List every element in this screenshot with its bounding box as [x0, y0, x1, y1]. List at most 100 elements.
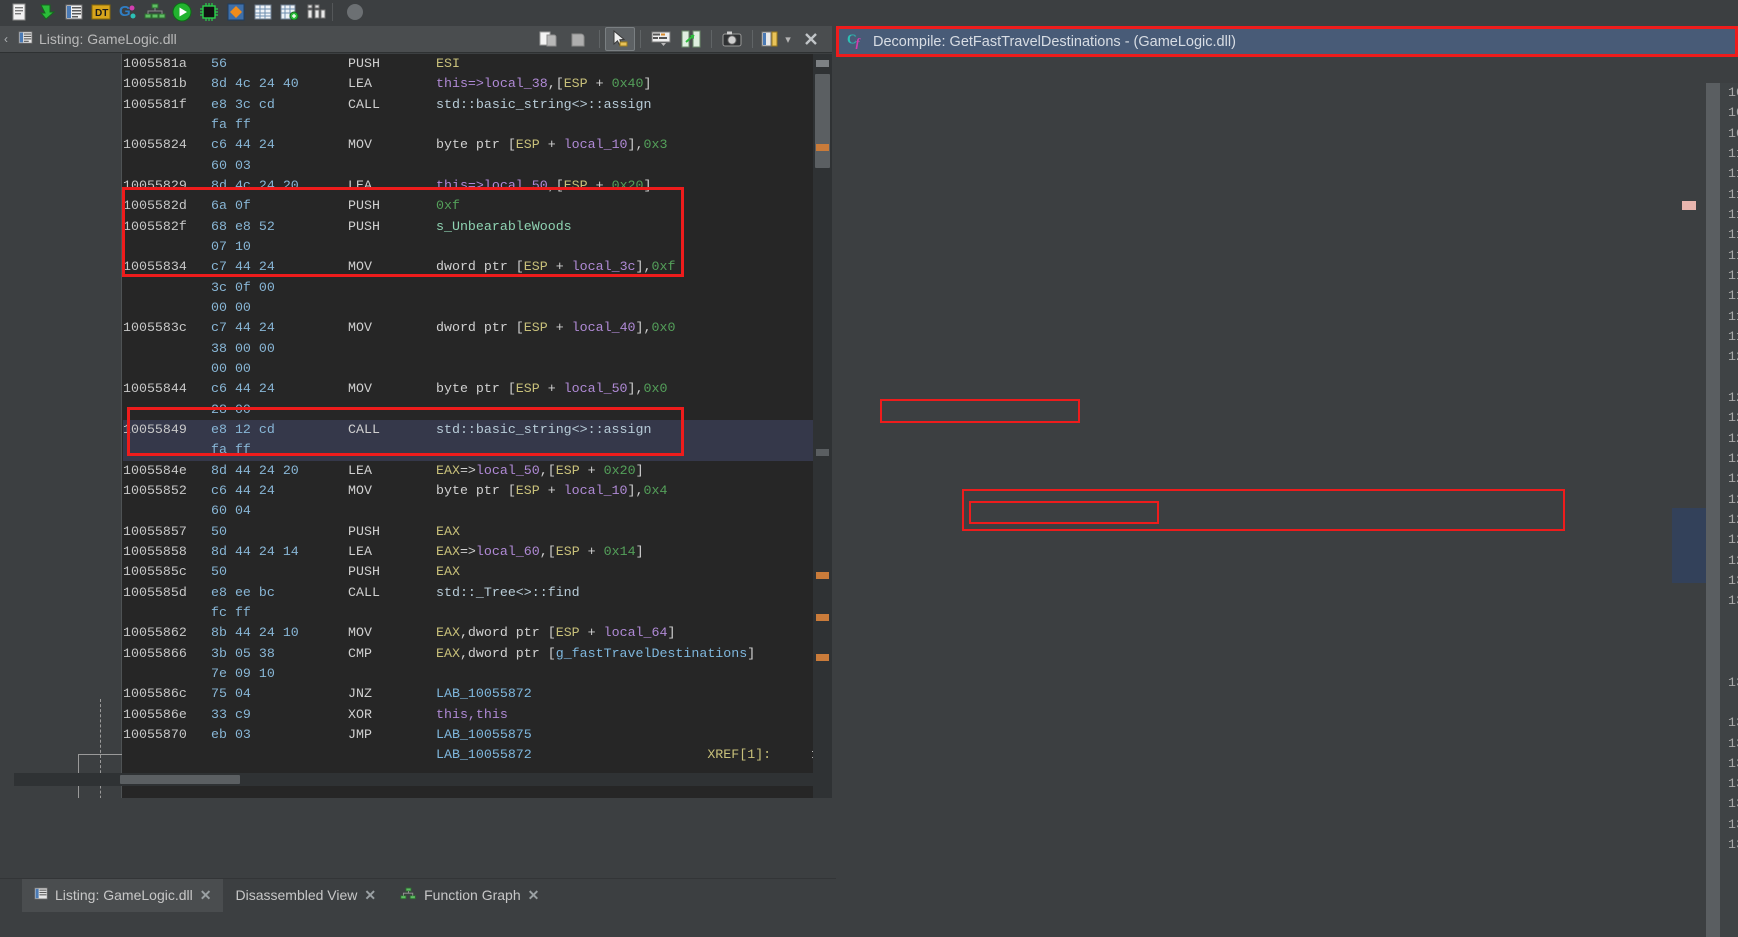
listing-row[interactable]: 3c 0f 00: [123, 278, 813, 298]
toolbar-separator: [332, 3, 339, 21]
tab-close-icon[interactable]: ✕: [200, 887, 212, 904]
tab-function-graph[interactable]: Function Graph ✕: [388, 879, 551, 912]
decompile-line-number: 113: [1728, 206, 1738, 222]
listing-row[interactable]: 7e 09 10: [123, 664, 813, 684]
instruction-mnemonic: CALL: [348, 421, 380, 437]
listing-row[interactable]: 07 10: [123, 237, 813, 257]
tab-close-icon[interactable]: ✕: [364, 887, 376, 904]
listing-horizontal-scrollbar[interactable]: [14, 773, 832, 786]
processor-icon[interactable]: [195, 1, 222, 23]
function-call-tree-icon[interactable]: [141, 1, 168, 23]
program-icon[interactable]: [6, 1, 33, 23]
listing-row[interactable]: 10055849 e8 12 cd CALL std::basic_string<>:…: [123, 419, 813, 441]
decompile-line-number: 138: [1728, 816, 1738, 832]
instruction-operands: this,this: [436, 706, 508, 722]
listing-row[interactable]: 10055852 c6 44 24 MOV byte ptr [ESP + local…: [123, 481, 813, 501]
listing-row[interactable]: fa ff: [123, 440, 813, 461]
listing-row[interactable]: 60 04: [123, 501, 813, 521]
paste-button[interactable]: [564, 27, 594, 51]
listing-row[interactable]: 10055857 50 PUSH EAX: [123, 522, 813, 542]
listing-row[interactable]: fa ff: [123, 115, 813, 135]
svg-text:f: f: [856, 36, 862, 49]
listing-row[interactable]: 10055858 8d 44 24 14 LEA EAX=>local_60,[ESP…: [123, 542, 813, 562]
run-icon[interactable]: [168, 1, 195, 23]
decompile-window-header[interactable]: Cf Decompile: GetFastTravelDestinations …: [836, 26, 1738, 57]
listing-row[interactable]: 1005586c 75 04 JNZ LAB_10055872: [123, 684, 813, 704]
listing-row[interactable]: 1005585c 50 PUSH EAX: [123, 562, 813, 582]
listing-row[interactable]: 1005585d e8 ee bc CALL std::_Tree<>::find: [123, 583, 813, 603]
listing-panel: ‹ Listing: GameLogic.dll ▾ 1005581a 56 P…: [0, 26, 832, 798]
listing-body[interactable]: ⋮ ▼ 1005581a 56 PUSH ESI 1005581b 8d 4c 24 40…: [14, 54, 832, 798]
listing-scrollbar[interactable]: [813, 54, 832, 798]
listing-row[interactable]: 10055829 8d 4c 24 20 LEA this=>local 50,[ES…: [123, 176, 813, 196]
decompile-line-number: 128: [1728, 532, 1738, 548]
tab-label: Listing: GameLogic.dll: [55, 887, 193, 903]
listing-row[interactable]: 1005581a 56 PUSH ESI: [123, 54, 813, 74]
tab-listing[interactable]: Listing: GameLogic.dll ✕: [22, 878, 224, 912]
listing-row[interactable]: 00 00: [123, 298, 813, 318]
listing-row[interactable]: 10055870 eb 03 JMP LAB_10055875: [123, 725, 813, 745]
listing-row[interactable]: LAB_10055872 XREF[1]: 100: [123, 745, 832, 765]
listing-row[interactable]: 00 00: [123, 359, 813, 379]
instruction-bytes: 8b 44 24 10: [211, 625, 299, 641]
listing-icon: [34, 887, 48, 903]
listing-row[interactable]: 1005581b 8d 4c 24 40 LEA this=>local_38,[ES…: [123, 74, 813, 94]
listing-row[interactable]: 1005582f 68 e8 52 PUSH s_UnbearableWoods: [123, 217, 813, 237]
decompile-line-number: 129: [1728, 552, 1738, 568]
hscrollbar-thumb[interactable]: [120, 775, 240, 784]
memory-map-icon[interactable]: [303, 1, 330, 23]
instruction-operands: this=>local 50,[ESP + 0x20]: [436, 177, 652, 193]
instruction-bytes: c7 44 24: [211, 259, 275, 275]
bottom-tab-bar: Listing: GameLogic.dll ✕ Disassembled Vi…: [0, 878, 836, 912]
tab-close-icon[interactable]: ✕: [528, 887, 540, 904]
instruction-bytes: e8 3c cd: [211, 96, 275, 112]
drag-dots-icon[interactable]: ⋮: [14, 437, 18, 451]
circle-icon[interactable]: [341, 1, 368, 23]
listing-row[interactable]: 10055844 c6 44 24 MOV byte ptr [ESP + local…: [123, 379, 813, 399]
table-icon[interactable]: [249, 1, 276, 23]
scroll-marker: [816, 449, 829, 456]
snapshot-button[interactable]: [717, 27, 747, 51]
copy-button[interactable]: [534, 27, 564, 51]
listing-row[interactable]: 1005586e 33 c9 XOR this,this: [123, 705, 813, 725]
listing-row[interactable]: 28 00: [123, 400, 813, 420]
instruction-address: 10055862: [123, 625, 187, 641]
instruction-operands: LAB_10055872: [436, 686, 532, 702]
listing-row[interactable]: 10055862 8b 44 24 10 MOV EAX,dword ptr [ESP…: [123, 623, 813, 643]
instruction-bytes: 60 04: [211, 503, 251, 519]
listing-row[interactable]: 38 00 00: [123, 339, 813, 359]
instruction-mnemonic: MOV: [348, 482, 372, 498]
bookmark-icon[interactable]: [222, 1, 249, 23]
ghidra-graph-icon[interactable]: G: [114, 1, 141, 23]
new-table-icon[interactable]: [276, 1, 303, 23]
listing-row[interactable]: fc ff: [123, 603, 813, 623]
listing-code[interactable]: 1005581a 56 PUSH ESI 1005581b 8d 4c 24 40 LEA t…: [123, 54, 832, 798]
select-cursor-button[interactable]: [605, 27, 635, 51]
listing-row[interactable]: 1005583c c7 44 24 MOV dword ptr [ESP + loca…: [123, 318, 813, 338]
diff-view-button[interactable]: [676, 27, 706, 51]
chevron-down-icon[interactable]: ▾: [780, 33, 796, 46]
decompile-body[interactable]: 107 108 109 110 111 112 113 114 115 116 117 118 119 1…: [1672, 83, 1738, 937]
decompile-scrollbar[interactable]: [1706, 83, 1720, 937]
instruction-operands: EAX,dword ptr [ESP + local_64]: [436, 625, 676, 641]
listing-row[interactable]: 10055824 c6 44 24 MOV byte ptr [ESP + local…: [123, 135, 813, 155]
listing-icon[interactable]: [60, 1, 87, 23]
listing-row[interactable]: 1005582d 6a 0f PUSH 0xf: [123, 196, 813, 216]
toggle-fields-button[interactable]: [646, 27, 676, 51]
scrollbar-thumb[interactable]: [815, 74, 830, 168]
listing-row[interactable]: 10055866 3b 05 38 CMP EAX,dword ptr [g_fast…: [123, 644, 813, 664]
listing-row[interactable]: 1005584e 8d 44 24 20 LEA EAX=>local_50,[ESP…: [123, 461, 813, 481]
close-button[interactable]: [796, 27, 826, 51]
listing-row[interactable]: 1005581f e8 3c cd CALL std::basic_string<>:…: [123, 95, 813, 115]
listing-row[interactable]: 10055834 c7 44 24 MOV dword ptr [ESP + loca…: [123, 257, 813, 277]
export-icon[interactable]: [33, 1, 60, 23]
listing-row[interactable]: 60 03: [123, 156, 813, 176]
collapse-chevron-icon[interactable]: ‹: [0, 32, 12, 46]
edit-fields-button[interactable]: [758, 27, 780, 51]
instruction-address: 10055866: [123, 645, 187, 661]
decompile-line-number: 115: [1728, 247, 1738, 263]
instruction-bytes: 8d 4c 24 40: [211, 76, 299, 92]
data-type-icon[interactable]: DT: [87, 1, 114, 23]
instruction-mnemonic: MOV: [348, 137, 372, 153]
tab-disassembled-view[interactable]: Disassembled View ✕: [223, 879, 388, 912]
